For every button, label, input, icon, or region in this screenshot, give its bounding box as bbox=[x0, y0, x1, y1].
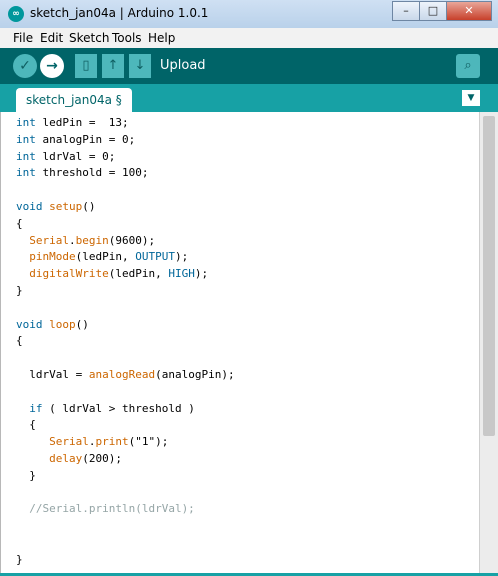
scrollbar-thumb[interactable] bbox=[483, 116, 495, 436]
code-line[interactable]: } bbox=[16, 467, 36, 484]
menu-tools[interactable]: Tools bbox=[112, 31, 142, 45]
tab-sketch[interactable]: sketch_jan04a § bbox=[16, 88, 132, 112]
code-line[interactable]: int ldrVal = 0; bbox=[16, 148, 115, 165]
code-line[interactable]: if ( ldrVal > threshold ) bbox=[16, 400, 195, 417]
code-line[interactable]: delay(200); bbox=[16, 450, 122, 467]
toolbar: ✓ → ▯ ↑ ↓ Upload ⌕ bbox=[0, 48, 498, 84]
code-line[interactable]: ldrVal = analogRead(analogPin); bbox=[16, 366, 234, 383]
title-bar: ∞ sketch_jan04a | Arduino 1.0.1 – □ ✕ bbox=[0, 0, 498, 29]
maximize-button[interactable]: □ bbox=[419, 1, 447, 21]
new-sketch-button[interactable]: ▯ bbox=[75, 54, 97, 78]
toolbar-hint-label: Upload bbox=[160, 58, 206, 73]
code-line[interactable]: int threshold = 100; bbox=[16, 164, 148, 181]
code-line[interactable]: pinMode(ledPin, OUTPUT); bbox=[16, 248, 188, 265]
code-line[interactable]: } bbox=[16, 551, 23, 568]
serial-monitor-button[interactable]: ⌕ bbox=[456, 54, 480, 78]
window-title: sketch_jan04a | Arduino 1.0.1 bbox=[30, 6, 209, 20]
code-line[interactable]: { bbox=[16, 416, 36, 433]
menu-file[interactable]: File bbox=[13, 31, 33, 45]
code-line[interactable]: //Serial.println(ldrVal); bbox=[16, 500, 195, 517]
close-button[interactable]: ✕ bbox=[446, 1, 492, 21]
minimize-button[interactable]: – bbox=[392, 1, 420, 21]
arduino-logo-icon: ∞ bbox=[8, 6, 24, 22]
code-line[interactable]: } bbox=[16, 282, 23, 299]
open-sketch-button[interactable]: ↑ bbox=[102, 54, 124, 78]
menu-edit[interactable]: Edit bbox=[40, 31, 63, 45]
tab-menu-icon[interactable]: ▼ bbox=[462, 90, 480, 106]
menu-help[interactable]: Help bbox=[148, 31, 175, 45]
code-line[interactable]: Serial.print("1"); bbox=[16, 433, 168, 450]
code-line[interactable]: { bbox=[16, 215, 23, 232]
verify-button[interactable]: ✓ bbox=[13, 54, 37, 78]
menu-bar: File Edit Sketch Tools Help bbox=[0, 28, 498, 48]
code-editor[interactable]: int ledPin = 13; int analogPin = 0; int ld… bbox=[0, 112, 479, 573]
tab-strip: sketch_jan04a § ▼ bbox=[0, 84, 498, 112]
save-sketch-button[interactable]: ↓ bbox=[129, 54, 151, 78]
menu-sketch[interactable]: Sketch bbox=[69, 31, 109, 45]
code-line[interactable]: void loop() bbox=[16, 316, 89, 333]
code-line[interactable]: digitalWrite(ledPin, HIGH); bbox=[16, 265, 208, 282]
code-line[interactable]: Serial.begin(9600); bbox=[16, 232, 155, 249]
upload-button[interactable]: → bbox=[40, 54, 64, 78]
code-line[interactable]: int analogPin = 0; bbox=[16, 131, 135, 148]
code-line[interactable]: void setup() bbox=[16, 198, 96, 215]
code-line[interactable]: { bbox=[16, 332, 23, 349]
vertical-scrollbar[interactable] bbox=[479, 112, 498, 573]
code-line[interactable]: int ledPin = 13; bbox=[16, 114, 129, 131]
window-controls: – □ ✕ bbox=[392, 1, 492, 21]
